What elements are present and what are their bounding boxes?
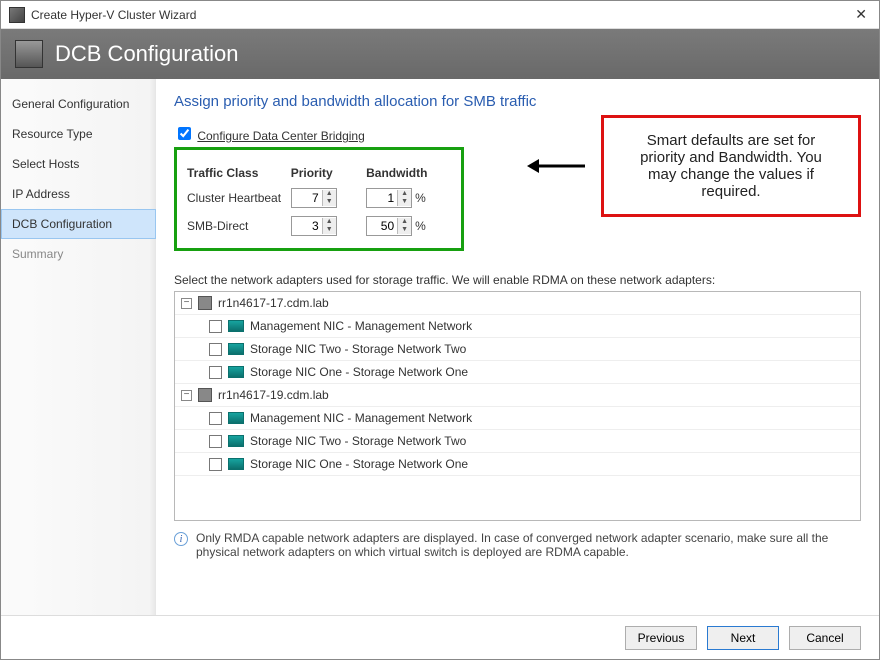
- chevron-up-icon[interactable]: ▲: [323, 218, 336, 226]
- traffic-class-row-smb-direct: SMB-Direct ▲▼ ▲▼ %: [187, 216, 451, 236]
- traffic-class-highlight-box: Traffic Class Priority Bandwidth Cluster…: [174, 147, 464, 251]
- sidebar-item-summary[interactable]: Summary: [1, 239, 156, 269]
- wizard-footer: Previous Next Cancel: [1, 615, 879, 659]
- collapse-icon[interactable]: −: [181, 298, 192, 309]
- nic-checkbox[interactable]: [209, 435, 222, 448]
- priority-input[interactable]: [292, 189, 322, 207]
- configure-dcb-label[interactable]: Configure Data Center Bridging: [197, 129, 364, 143]
- adapter-tree[interactable]: − rr1n4617-17.cdm.lab Management NIC - M…: [174, 291, 861, 521]
- traffic-class-label: SMB-Direct: [187, 219, 291, 233]
- nic-icon: [228, 366, 244, 378]
- adapter-instruction: Select the network adapters used for sto…: [174, 273, 861, 287]
- nic-checkbox[interactable]: [209, 320, 222, 333]
- tree-nic-row[interactable]: Storage NIC Two - Storage Network Two: [175, 338, 860, 361]
- nic-label: Storage NIC Two - Storage Network Two: [250, 342, 466, 356]
- tree-nic-row[interactable]: Management NIC - Management Network: [175, 407, 860, 430]
- page-title: Assign priority and bandwidth allocation…: [174, 93, 861, 110]
- nic-checkbox[interactable]: [209, 343, 222, 356]
- traffic-class-header-row: Traffic Class Priority Bandwidth: [187, 166, 451, 180]
- sidebar-item-select-hosts[interactable]: Select Hosts: [1, 149, 156, 179]
- col-header-priority: Priority: [291, 166, 366, 180]
- priority-input[interactable]: [292, 217, 322, 235]
- nic-icon: [228, 320, 244, 332]
- sidebar-item-ip-address[interactable]: IP Address: [1, 179, 156, 209]
- sidebar-item-general-configuration[interactable]: General Configuration: [1, 89, 156, 119]
- sidebar-item-resource-type[interactable]: Resource Type: [1, 119, 156, 149]
- chevron-up-icon[interactable]: ▲: [398, 218, 411, 226]
- callout-box: Smart defaults are set for priority and …: [601, 115, 861, 217]
- chevron-down-icon[interactable]: ▼: [323, 198, 336, 206]
- server-icon: [198, 388, 212, 402]
- next-button[interactable]: Next: [707, 626, 779, 650]
- nic-icon: [228, 435, 244, 447]
- tree-nic-row[interactable]: Management NIC - Management Network: [175, 315, 860, 338]
- bandwidth-input[interactable]: [367, 189, 397, 207]
- chevron-up-icon[interactable]: ▲: [398, 190, 411, 198]
- priority-stepper[interactable]: ▲▼: [291, 216, 337, 236]
- info-note: i Only RMDA capable network adapters are…: [174, 531, 861, 559]
- priority-stepper[interactable]: ▲▼: [291, 188, 337, 208]
- chevron-down-icon[interactable]: ▼: [323, 226, 336, 234]
- nic-checkbox[interactable]: [209, 366, 222, 379]
- tree-host-row[interactable]: − rr1n4617-17.cdm.lab: [175, 292, 860, 315]
- sidebar-item-dcb-configuration[interactable]: DCB Configuration: [1, 209, 156, 239]
- previous-button[interactable]: Previous: [625, 626, 697, 650]
- nic-label: Management NIC - Management Network: [250, 411, 472, 425]
- bandwidth-input[interactable]: [367, 217, 397, 235]
- tree-nic-row[interactable]: Storage NIC One - Storage Network One: [175, 361, 860, 384]
- traffic-class-label: Cluster Heartbeat: [187, 191, 291, 205]
- host-name: rr1n4617-19.cdm.lab: [218, 388, 329, 402]
- info-text: Only RMDA capable network adapters are d…: [196, 531, 861, 559]
- nic-icon: [228, 458, 244, 470]
- col-header-bandwidth: Bandwidth: [366, 166, 451, 180]
- app-icon: [9, 7, 25, 23]
- collapse-icon[interactable]: −: [181, 390, 192, 401]
- bandwidth-stepper[interactable]: ▲▼: [366, 188, 412, 208]
- host-name: rr1n4617-17.cdm.lab: [218, 296, 329, 310]
- tree-nic-row[interactable]: Storage NIC One - Storage Network One: [175, 453, 860, 476]
- nic-label: Storage NIC One - Storage Network One: [250, 457, 468, 471]
- nic-checkbox[interactable]: [209, 412, 222, 425]
- traffic-class-row-cluster-heartbeat: Cluster Heartbeat ▲▼ ▲▼ %: [187, 188, 451, 208]
- arrow-left-icon: [527, 154, 587, 178]
- info-icon: i: [174, 532, 188, 546]
- nic-checkbox[interactable]: [209, 458, 222, 471]
- callout-annotation: Smart defaults are set for priority and …: [527, 115, 861, 217]
- cancel-button[interactable]: Cancel: [789, 626, 861, 650]
- banner-heading: DCB Configuration: [55, 41, 238, 67]
- wizard-banner: DCB Configuration: [1, 29, 879, 79]
- chevron-down-icon[interactable]: ▼: [398, 198, 411, 206]
- nic-label: Storage NIC Two - Storage Network Two: [250, 434, 466, 448]
- col-header-traffic-class: Traffic Class: [187, 166, 291, 180]
- nic-label: Management NIC - Management Network: [250, 319, 472, 333]
- wizard-steps-sidebar: General Configuration Resource Type Sele…: [1, 79, 156, 615]
- bandwidth-stepper[interactable]: ▲▼: [366, 216, 412, 236]
- main-panel: Assign priority and bandwidth allocation…: [156, 79, 879, 615]
- banner-icon: [15, 40, 43, 68]
- configure-dcb-checkbox[interactable]: [178, 127, 191, 140]
- title-bar: Create Hyper-V Cluster Wizard ✕: [1, 1, 879, 29]
- server-icon: [198, 296, 212, 310]
- chevron-up-icon[interactable]: ▲: [323, 190, 336, 198]
- tree-host-row[interactable]: − rr1n4617-19.cdm.lab: [175, 384, 860, 407]
- tree-nic-row[interactable]: Storage NIC Two - Storage Network Two: [175, 430, 860, 453]
- close-icon[interactable]: ✕: [851, 6, 871, 23]
- nic-icon: [228, 412, 244, 424]
- chevron-down-icon[interactable]: ▼: [398, 226, 411, 234]
- percent-label: %: [415, 219, 426, 233]
- percent-label: %: [415, 191, 426, 205]
- nic-icon: [228, 343, 244, 355]
- window-title: Create Hyper-V Cluster Wizard: [31, 8, 851, 22]
- nic-label: Storage NIC One - Storage Network One: [250, 365, 468, 379]
